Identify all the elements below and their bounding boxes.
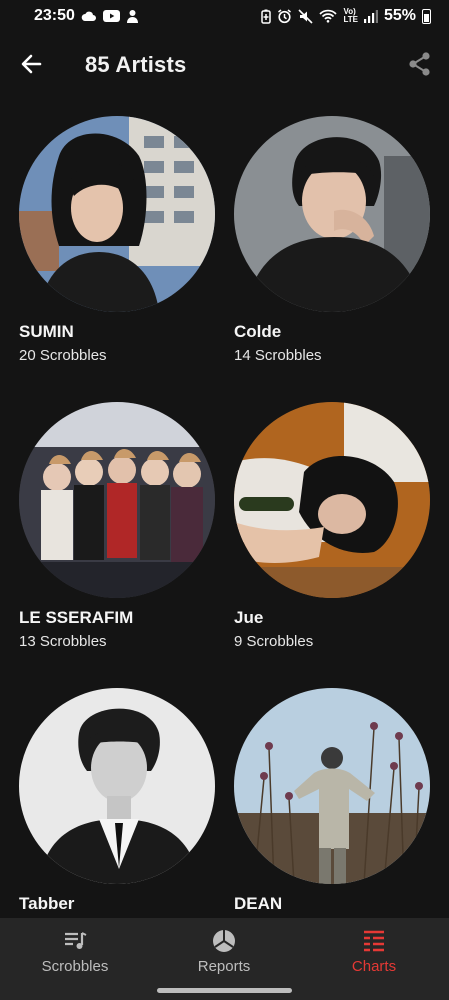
- mute-icon: [298, 8, 314, 24]
- youtube-icon: [102, 10, 120, 22]
- battery-percent: 55%: [383, 7, 416, 24]
- wifi-icon: [319, 9, 338, 23]
- page-title: 85 Artists: [85, 52, 187, 77]
- nav-scrobbles[interactable]: Scrobbles: [0, 918, 150, 988]
- back-button[interactable]: [18, 50, 46, 78]
- chart-list-icon: [364, 930, 384, 952]
- artist-scrobbles: 9 Scrobbles: [234, 633, 314, 650]
- nav-reports[interactable]: Reports: [149, 918, 299, 988]
- pie-chart-icon: [213, 930, 235, 952]
- nav-label: Scrobbles: [41, 958, 109, 975]
- artist-name: LE SSERAFIM: [19, 608, 134, 627]
- home-indicator[interactable]: [157, 988, 292, 993]
- signal-icon: [363, 9, 378, 23]
- artist-photo: [234, 402, 430, 598]
- artist-photo: [19, 688, 215, 884]
- artist-grid: SUMIN 20 Scrobbles Colde 14 Scrobbles LE…: [0, 96, 449, 918]
- artist-name: DEAN: [234, 894, 283, 913]
- artist-scrobbles: 13 Scrobbles: [19, 633, 107, 650]
- share-icon: [409, 52, 430, 76]
- status-bar: 23:50 Vo) LTE 55%: [0, 0, 449, 32]
- status-right: Vo) LTE 55%: [261, 7, 431, 25]
- cloud-icon: [81, 11, 96, 21]
- nav-label: Reports: [197, 958, 251, 975]
- nav-label: Charts: [351, 958, 397, 975]
- artist-photo: [234, 116, 430, 312]
- share-button[interactable]: [406, 50, 434, 78]
- artist-scrobbles: 14 Scrobbles: [234, 347, 322, 364]
- artist-photo: [19, 116, 215, 312]
- music-list-icon: [65, 932, 87, 949]
- arrow-left-icon: [21, 54, 42, 74]
- artist-scrobbles: 20 Scrobbles: [19, 347, 107, 364]
- volte-icon: Vo) LTE: [343, 7, 358, 24]
- app-bar: 85 Artists: [0, 32, 449, 96]
- artist-name: SUMIN: [19, 322, 74, 341]
- alarm-icon: [278, 8, 292, 23]
- status-time: 23:50: [34, 7, 75, 24]
- artist-name: Colde: [234, 322, 282, 341]
- artist-name: Jue: [234, 608, 264, 627]
- artist-photo: [234, 688, 430, 884]
- nav-charts[interactable]: Charts: [299, 918, 449, 988]
- battery-icon: [422, 8, 431, 24]
- battery-saver-icon: [261, 9, 272, 24]
- artist-name: Tabber: [19, 894, 75, 913]
- status-left: 23:50: [34, 7, 139, 25]
- notification-icon: [126, 9, 138, 23]
- artist-photo: [19, 402, 215, 598]
